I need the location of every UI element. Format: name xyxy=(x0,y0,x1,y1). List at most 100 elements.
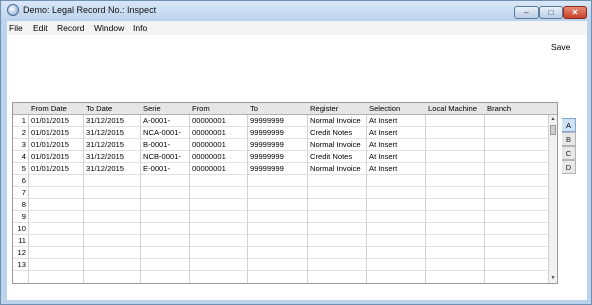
cell-selection[interactable]: At Insert xyxy=(369,151,397,162)
maximize-button[interactable]: □ xyxy=(539,6,563,19)
cell-serie[interactable]: A-0001- xyxy=(143,115,170,126)
cell-from-date[interactable]: 01/01/2015 xyxy=(31,115,69,126)
cell-from[interactable]: 00000001 xyxy=(192,127,226,138)
scroll-up-arrow-icon[interactable]: ▲ xyxy=(549,115,557,123)
tab-a[interactable]: A xyxy=(562,118,576,132)
cell-from-date[interactable]: 01/01/2015 xyxy=(31,127,69,138)
cell-to-date[interactable]: 31/12/2015 xyxy=(86,115,124,126)
row-number: 3 xyxy=(21,140,26,149)
cell-serie[interactable]: B-0001- xyxy=(143,139,170,150)
close-button[interactable]: ✕ xyxy=(563,6,587,19)
cell-from-date[interactable]: 01/01/2015 xyxy=(31,139,69,150)
cell-to[interactable]: 99999999 xyxy=(250,115,284,126)
cell-from-date[interactable]: 01/01/2015 xyxy=(31,151,69,162)
column-divider xyxy=(28,115,29,283)
table-row[interactable]: 6 xyxy=(13,175,548,187)
cell-from-date[interactable]: 01/01/2015 xyxy=(31,163,69,174)
minimize-icon: – xyxy=(524,8,529,17)
title-bar[interactable]: Demo: Legal Record No.: Inspect – □ ✕ xyxy=(1,1,591,21)
vertical-scrollbar[interactable]: ▲ ▼ xyxy=(548,115,557,283)
window-title: Demo: Legal Record No.: Inspect xyxy=(23,5,157,15)
cell-register[interactable]: Normal Invoice xyxy=(310,139,361,150)
row-number: 7 xyxy=(21,188,26,197)
tab-d[interactable]: D xyxy=(562,160,576,174)
tab-c[interactable]: C xyxy=(562,146,576,160)
cell-from[interactable]: 00000001 xyxy=(192,139,226,150)
row-number: 6 xyxy=(21,176,26,185)
column-divider xyxy=(247,115,248,283)
cell-register[interactable]: Credit Notes xyxy=(310,127,352,138)
client-area: File Edit Record Window Info Save From D… xyxy=(7,21,587,300)
row-number: 11 xyxy=(18,236,26,245)
menu-edit[interactable]: Edit xyxy=(33,23,48,33)
table-row[interactable]: 5 01/01/2015 31/12/2015 E-0001- 00000001 9999… xyxy=(13,163,548,175)
row-number: 1 xyxy=(21,116,26,125)
table-row[interactable]: 7 xyxy=(13,187,548,199)
cell-to[interactable]: 99999999 xyxy=(250,139,284,150)
menu-file[interactable]: File xyxy=(9,23,23,33)
row-number: 4 xyxy=(21,152,26,161)
cell-selection[interactable]: At Insert xyxy=(369,163,397,174)
app-window: Demo: Legal Record No.: Inspect – □ ✕ Fi… xyxy=(0,0,592,305)
table-row[interactable]: 3 01/01/2015 31/12/2015 B-0001- 00000001 9999… xyxy=(13,139,548,151)
column-header-from[interactable]: From xyxy=(192,104,210,113)
menu-bar: File Edit Record Window Info xyxy=(7,21,587,35)
column-header-to[interactable]: To xyxy=(250,104,258,113)
table-row[interactable]: 4 01/01/2015 31/12/2015 NCB-0001- 00000001 99… xyxy=(13,151,548,163)
table-row[interactable]: 13 xyxy=(13,259,548,271)
column-divider xyxy=(307,115,308,283)
cell-register[interactable]: Normal Invoice xyxy=(310,115,361,126)
cell-to[interactable]: 99999999 xyxy=(250,151,284,162)
table-row[interactable]: 11 xyxy=(13,235,548,247)
column-header-branch[interactable]: Branch xyxy=(487,104,511,113)
cell-serie[interactable]: E-0001- xyxy=(143,163,170,174)
tab-b[interactable]: B xyxy=(562,132,576,146)
cell-to-date[interactable]: 31/12/2015 xyxy=(86,127,124,138)
menu-info[interactable]: Info xyxy=(133,23,147,33)
column-header-serie[interactable]: Serie xyxy=(143,104,161,113)
table-row[interactable]: 10 xyxy=(13,223,548,235)
maximize-icon: □ xyxy=(548,8,554,17)
cell-selection[interactable]: At Insert xyxy=(369,127,397,138)
scroll-thumb[interactable] xyxy=(550,125,556,135)
cell-serie[interactable]: NCB-0001- xyxy=(143,151,181,162)
cell-to[interactable]: 99999999 xyxy=(250,163,284,174)
row-number: 5 xyxy=(21,164,26,173)
grid-header: From Date To Date Serie From To Register Selec… xyxy=(13,103,557,115)
cell-register[interactable]: Normal Invoice xyxy=(310,163,361,174)
column-header-from-date[interactable]: From Date xyxy=(31,104,67,113)
save-button[interactable]: Save xyxy=(551,42,570,52)
cell-serie[interactable]: NCA-0001- xyxy=(143,127,181,138)
column-header-selection[interactable]: Selection xyxy=(369,104,400,113)
table-row[interactable]: 8 xyxy=(13,199,548,211)
row-number: 8 xyxy=(21,200,26,209)
row-number: 2 xyxy=(21,128,26,137)
table-row[interactable]: 12 xyxy=(13,247,548,259)
minimize-button[interactable]: – xyxy=(514,6,539,19)
cell-from[interactable]: 00000001 xyxy=(192,115,226,126)
cell-from[interactable]: 00000001 xyxy=(192,151,226,162)
cell-to-date[interactable]: 31/12/2015 xyxy=(86,139,124,150)
cell-to-date[interactable]: 31/12/2015 xyxy=(86,151,124,162)
table-row[interactable]: 9 xyxy=(13,211,548,223)
cell-selection[interactable]: At Insert xyxy=(369,115,397,126)
legal-record-grid: From Date To Date Serie From To Register Selec… xyxy=(12,102,558,284)
table-row[interactable]: 2 01/01/2015 31/12/2015 NCA-0001- 00000001 99… xyxy=(13,127,548,139)
cell-from[interactable]: 00000001 xyxy=(192,163,226,174)
column-divider xyxy=(189,115,190,283)
scroll-down-arrow-icon[interactable]: ▼ xyxy=(549,274,557,282)
menu-window[interactable]: Window xyxy=(94,23,124,33)
cell-to[interactable]: 99999999 xyxy=(250,127,284,138)
app-icon[interactable] xyxy=(7,4,19,16)
table-row[interactable]: 1 01/01/2015 31/12/2015 A-0001- 00000001 9999… xyxy=(13,115,548,127)
cell-selection[interactable]: At Insert xyxy=(369,139,397,150)
column-header-to-date[interactable]: To Date xyxy=(86,104,112,113)
column-header-register[interactable]: Register xyxy=(310,104,338,113)
column-header-local-machine[interactable]: Local Machine xyxy=(428,104,477,113)
column-divider xyxy=(83,115,84,283)
menu-record[interactable]: Record xyxy=(57,23,84,33)
cell-to-date[interactable]: 31/12/2015 xyxy=(86,163,124,174)
row-number: 9 xyxy=(21,212,26,221)
cell-register[interactable]: Credit Notes xyxy=(310,151,352,162)
column-divider xyxy=(425,115,426,283)
